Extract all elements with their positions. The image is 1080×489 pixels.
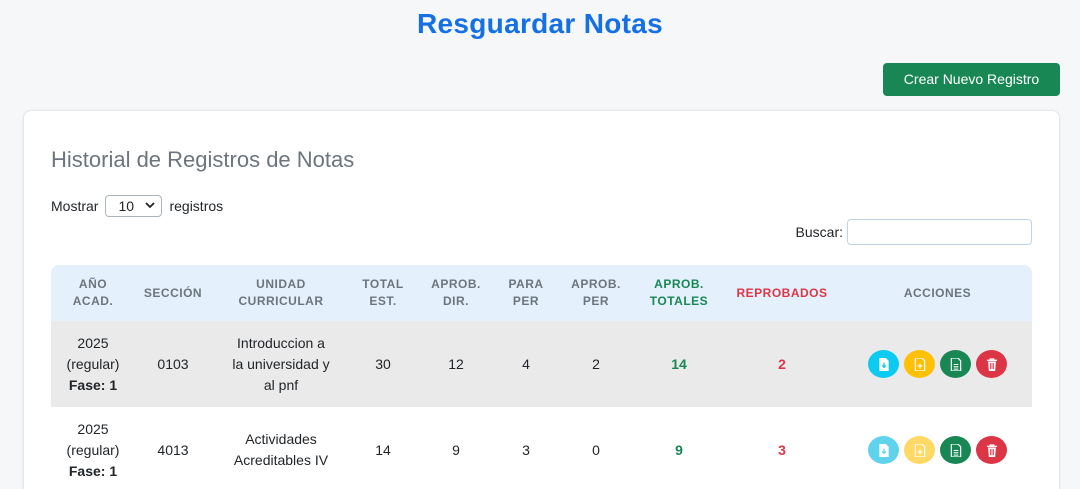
file-report-icon: [950, 357, 961, 371]
create-new-record-button[interactable]: Crear Nuevo Registro: [883, 63, 1060, 96]
cell-seccion: 0103: [157, 355, 189, 372]
cell-anio: 2025 (regular) Fase: 1: [66, 420, 120, 479]
cell-aprob-per: 0: [592, 441, 600, 458]
records-card: Historial de Registros de Notas Mostrar …: [23, 110, 1060, 489]
cell-para-per: 4: [522, 355, 530, 372]
cell-acciones: [843, 321, 1032, 407]
header-para-per[interactable]: PARA PER: [497, 265, 555, 321]
header-unidad-curricular[interactable]: UNIDAD CURRICULAR: [211, 265, 351, 321]
cell-aprob-totales: 14: [671, 355, 687, 372]
header-acciones: ACCIONES: [903, 285, 972, 300]
table-header-row: AÑO ACAD. SECCIÓN UNIDAD CURRICULAR TOTAL E…: [51, 265, 1032, 321]
cell-acciones: [843, 407, 1032, 489]
download-button[interactable]: [868, 350, 899, 378]
cell-aprob-totales: 9: [675, 441, 683, 458]
search-control: Buscar:: [796, 219, 1032, 245]
cell-aprob-per: 2: [592, 355, 600, 372]
cell-unidad: Introduccion a la universidad y al pnf: [232, 334, 330, 393]
header-total-est[interactable]: TOTAL EST.: [351, 265, 415, 321]
file-plus-icon: [914, 357, 925, 371]
add-file-button[interactable]: [904, 436, 935, 464]
page-length-value: 10: [118, 198, 135, 214]
page-title: Resguardar Notas: [417, 8, 663, 39]
header-reprobados[interactable]: REPROBADOS: [721, 265, 843, 321]
add-file-button[interactable]: [904, 350, 935, 378]
cell-anio: 2025 (regular) Fase: 1: [66, 334, 120, 393]
delete-button[interactable]: [976, 436, 1007, 464]
cell-para-per: 3: [522, 441, 530, 458]
cell-unidad: Actividades Acreditables IV: [233, 431, 329, 468]
page-length-control: Mostrar 10 registros: [51, 195, 223, 217]
file-report-icon: [950, 443, 961, 457]
trash-icon: [986, 443, 997, 457]
cell-reprobados: 2: [778, 355, 786, 372]
report-button[interactable]: [940, 350, 971, 378]
header-seccion[interactable]: SECCIÓN: [135, 265, 211, 321]
delete-button[interactable]: [976, 350, 1007, 378]
chevron-down-icon: [145, 201, 156, 212]
search-label: Buscar:: [795, 224, 843, 240]
length-suffix-label: registros: [169, 198, 224, 214]
cell-total: 14: [375, 441, 391, 458]
file-download-icon: [878, 357, 889, 371]
length-prefix-label: Mostrar: [51, 198, 99, 214]
cell-aprob-dir: 12: [448, 355, 464, 372]
download-button[interactable]: [868, 436, 899, 464]
page-length-select[interactable]: 10: [105, 195, 163, 217]
records-table: AÑO ACAD. SECCIÓN UNIDAD CURRICULAR TOTAL E…: [51, 265, 1032, 489]
header-aprob-dir[interactable]: APROB. DIR.: [415, 265, 497, 321]
report-button[interactable]: [940, 436, 971, 464]
cell-total: 30: [375, 355, 391, 372]
cell-seccion: 4013: [157, 441, 189, 458]
cell-aprob-dir: 9: [452, 441, 460, 458]
file-download-icon: [878, 443, 889, 457]
trash-icon: [986, 357, 997, 371]
header-anio-acad[interactable]: AÑO ACAD.: [51, 265, 135, 321]
cell-reprobados: 3: [778, 441, 786, 458]
file-plus-icon: [914, 443, 925, 457]
table-row: 2025 (regular) Fase: 1 0103 Introduccion…: [51, 321, 1032, 407]
search-input[interactable]: [847, 219, 1032, 245]
header-aprob-per[interactable]: APROB. PER: [555, 265, 637, 321]
card-title: Historial de Registros de Notas: [51, 147, 355, 172]
header-aprob-totales[interactable]: APROB. TOTALES: [637, 265, 721, 321]
table-row: 2025 (regular) Fase: 1 4013 Actividades …: [51, 407, 1032, 489]
